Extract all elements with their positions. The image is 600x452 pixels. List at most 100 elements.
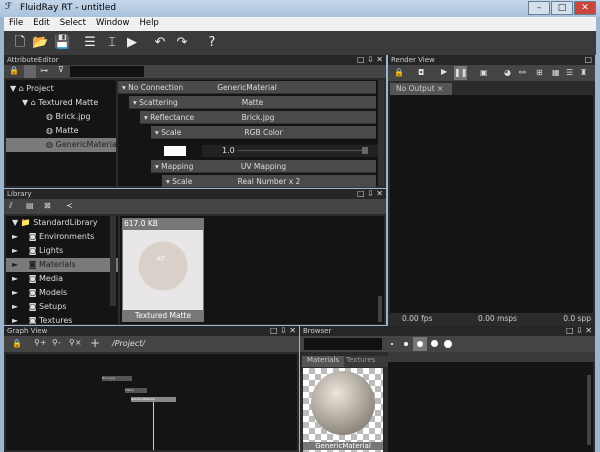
float-icon[interactable]: □	[270, 326, 278, 335]
close-icon[interactable]: ✕	[376, 55, 383, 64]
tab-close-icon[interactable]: ×	[437, 84, 443, 93]
attribute-row[interactable]: Brick.jpg ▾ Reflectance	[140, 111, 376, 124]
expand-arrow-icon[interactable]: ▼	[12, 218, 18, 227]
tree-item[interactable]: ◍ Brick.jpg	[6, 110, 116, 124]
hierarchy-icon[interactable]: ⌶	[104, 35, 120, 51]
library-tree-item[interactable]: ► ◙ Environments	[6, 230, 118, 244]
grid-icon[interactable]: ▦	[552, 68, 560, 77]
pin-icon[interactable]: ⇩	[367, 55, 374, 64]
settings-panel-icon[interactable]: ☰	[82, 35, 98, 51]
minimize-button[interactable]: –	[528, 1, 550, 15]
tab-no-output[interactable]: No Output ×	[390, 83, 452, 95]
help-icon[interactable]: ?	[204, 35, 220, 51]
lock-icon[interactable]: 🔒	[9, 66, 19, 75]
close-icon[interactable]: ✕	[289, 326, 296, 335]
library-icon[interactable]: ⫽	[9, 201, 13, 211]
float-icon[interactable]: □	[357, 55, 365, 64]
pause-icon[interactable]: ❚❚	[454, 66, 467, 80]
expand-arrow-icon[interactable]: ►	[12, 232, 18, 241]
attribute-value[interactable]: RGB Color	[151, 126, 376, 139]
render-play-icon[interactable]: ▶	[124, 35, 140, 51]
library-tree-item[interactable]: ► ◙ Materials	[6, 258, 118, 272]
tab-textures[interactable]: Textures	[346, 356, 375, 364]
close-button[interactable]: ✕	[574, 1, 596, 15]
library-tree-item[interactable]: ▼ 📁 StandardLibrary	[6, 216, 118, 230]
zoom-out-icon[interactable]: ⚲-	[52, 338, 61, 347]
library-tree-item[interactable]: ► ◙ Media	[6, 272, 118, 286]
zoom-reset-icon[interactable]: ⚲×	[69, 338, 82, 347]
size-xs-button[interactable]	[391, 343, 393, 345]
zoom-in-icon[interactable]: ⚲+	[34, 338, 47, 347]
tree-item[interactable]: ◍ GenericMaterial	[6, 138, 119, 152]
library-item-textured-matte[interactable]: 617.0 KB RT Textured Matte	[122, 218, 204, 322]
library-tree-item[interactable]: ► ◙ Models	[6, 286, 118, 300]
expand-arrow-icon[interactable]: ►	[12, 246, 18, 255]
size-m-button[interactable]	[413, 337, 427, 351]
share-icon[interactable]: ≺	[66, 201, 73, 210]
attribute-row[interactable]: RGB Color ▾ Scale	[151, 126, 376, 139]
play-icon[interactable]: ▶	[441, 67, 447, 76]
layout-icon[interactable]	[24, 65, 36, 78]
save-icon[interactable]: 💾	[54, 35, 70, 51]
expand-arrow-icon[interactable]: ►	[12, 260, 18, 269]
pin-icon[interactable]: ⇩	[576, 326, 583, 335]
new-file-icon[interactable]: 🗋	[12, 35, 28, 51]
scale-slider[interactable]: 1.0	[202, 145, 378, 157]
tree-item[interactable]: ▼ ⌂ Project	[6, 82, 116, 96]
open-folder-icon[interactable]: 📂	[32, 35, 48, 51]
browser-scrollbar[interactable]	[587, 375, 591, 445]
tree-item[interactable]: ▼ ⌂ Textured Matte	[6, 96, 116, 110]
menu-help[interactable]: Help	[134, 17, 163, 29]
attribute-row[interactable]: Matte ▾ Scattering	[129, 96, 376, 109]
tree-icon[interactable]: ⊶	[40, 66, 48, 75]
color-swatch[interactable]	[164, 146, 186, 156]
close-icon[interactable]: ✕	[585, 326, 592, 335]
content-scrollbar[interactable]	[378, 296, 382, 322]
library-tree-item[interactable]: ► ◙ Textures	[6, 314, 118, 324]
pick-icon[interactable]: ⚯	[519, 68, 526, 77]
redo-icon[interactable]: ↷	[174, 35, 190, 51]
menu-edit[interactable]: Edit	[28, 17, 54, 29]
list-icon[interactable]: ☰	[566, 68, 573, 77]
scrollbar[interactable]	[378, 80, 384, 186]
network-icon[interactable]: ♜	[580, 68, 587, 77]
graph-canvas[interactable]: Brick.jpg Matte GenericMaterial	[6, 354, 297, 450]
tree-scrollbar[interactable]	[110, 216, 116, 306]
undo-icon[interactable]: ↶	[152, 35, 168, 51]
lock-icon[interactable]: 🔒	[394, 68, 404, 77]
add-node-icon[interactable]: +	[90, 336, 100, 350]
menu-file[interactable]: File	[4, 17, 28, 29]
tab-materials[interactable]: Materials	[302, 356, 344, 367]
float-icon[interactable]: □	[584, 55, 592, 65]
import-icon[interactable]: ▤	[26, 201, 34, 210]
expand-arrow-icon[interactable]: ►	[12, 288, 18, 297]
attribute-row[interactable]: UV Mapping ▾ Mapping	[151, 160, 376, 173]
expand-arrow-icon[interactable]: ►	[12, 316, 18, 324]
camera-icon[interactable]: ◘	[418, 68, 424, 77]
graph-node-matte[interactable]: Matte	[125, 388, 147, 393]
expand-arrow-icon[interactable]: ►	[12, 302, 18, 311]
filter-input[interactable]	[70, 66, 144, 77]
menu-select[interactable]: Select	[55, 17, 91, 29]
expand-arrow-icon[interactable]: ▼	[10, 84, 19, 93]
float-icon[interactable]: □	[566, 326, 574, 335]
library-tree-item[interactable]: ► ◙ Lights	[6, 244, 118, 258]
expand-arrow-icon[interactable]: ▼	[22, 98, 31, 107]
lock-icon[interactable]: 🔒	[12, 339, 22, 348]
browser-search-input[interactable]	[304, 338, 382, 350]
filter-icon[interactable]: ⊽	[58, 65, 64, 74]
menu-window[interactable]: Window	[91, 17, 135, 29]
size-s-button[interactable]	[404, 342, 408, 346]
tree-item[interactable]: ◍ Matte	[6, 124, 116, 138]
library-tree-item[interactable]: ► ◙ Setups	[6, 300, 118, 314]
size-xl-button[interactable]	[444, 340, 452, 348]
save-image-icon[interactable]: ▣	[480, 68, 488, 77]
attribute-row[interactable]: Real Number x 2 ▾ Scale	[162, 175, 376, 188]
render-viewport[interactable]	[390, 95, 593, 313]
attribute-value[interactable]: Real Number x 2	[162, 175, 376, 188]
close-icon[interactable]: ✕	[376, 189, 383, 198]
slider-handle[interactable]	[362, 147, 368, 154]
expand-arrow-icon[interactable]: ►	[12, 274, 18, 283]
pin-icon[interactable]: ⇩	[280, 326, 287, 335]
graph-node-brick[interactable]: Brick.jpg	[102, 376, 132, 381]
